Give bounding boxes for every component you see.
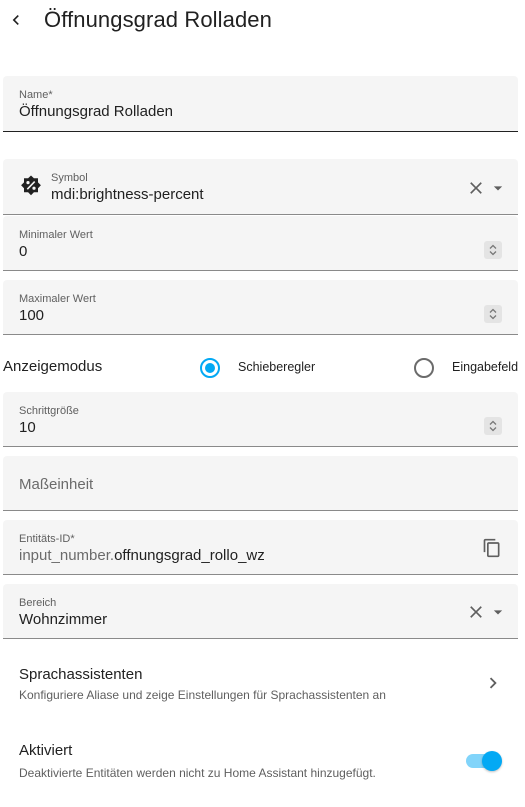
enabled-title: Aktiviert bbox=[19, 742, 73, 759]
area-field-value[interactable]: Wohnzimmer bbox=[19, 611, 107, 628]
symbol-field-label: Symbol bbox=[51, 172, 88, 184]
radio-slider[interactable] bbox=[200, 358, 220, 378]
area-dropdown-button[interactable] bbox=[486, 600, 510, 624]
step-size-input[interactable]: 10 bbox=[19, 419, 36, 436]
max-value-input[interactable]: 100 bbox=[19, 307, 44, 324]
symbol-dropdown-button[interactable] bbox=[486, 176, 510, 200]
max-value-field[interactable]: Maximaler Wert 100 bbox=[3, 280, 518, 335]
entity-id-field[interactable]: Entitäts-ID* input_number.offnungsgrad_r… bbox=[3, 520, 518, 575]
display-mode-group: Anzeigemodus Schieberegler Eingabefeld bbox=[0, 352, 525, 384]
spin-arrows-icon bbox=[489, 308, 497, 320]
voice-assistants-row[interactable]: Sprachassistenten Konfiguriere Aliase un… bbox=[0, 655, 525, 711]
enabled-subtitle: Deaktivierte Entitäten werden nicht zu H… bbox=[19, 766, 376, 780]
enabled-toggle[interactable] bbox=[466, 750, 502, 772]
symbol-field-value[interactable]: mdi:brightness-percent bbox=[51, 186, 204, 203]
page-title: Öffnungsgrad Rolladen bbox=[44, 7, 272, 32]
name-field[interactable]: Name* Öffnungsgrad Rolladen bbox=[3, 76, 518, 132]
entity-id-value[interactable]: input_number.offnungsgrad_rollo_wz bbox=[19, 547, 265, 564]
step-size-stepper[interactable] bbox=[484, 417, 502, 435]
enabled-row: Aktiviert Deaktivierte Entitäten werden … bbox=[0, 732, 525, 792]
spin-arrows-icon bbox=[489, 420, 497, 432]
step-size-label: Schrittgröße bbox=[19, 405, 79, 417]
dialog-header: Öffnungsgrad Rolladen bbox=[0, 0, 525, 44]
display-mode-label: Anzeigemodus bbox=[3, 358, 103, 375]
voice-assistants-title: Sprachassistenten bbox=[19, 666, 143, 683]
entity-id-suffix: offnungsgrad_rollo_wz bbox=[114, 547, 265, 564]
max-value-label: Maximaler Wert bbox=[19, 293, 96, 305]
entity-id-label: Entitäts-ID* bbox=[19, 533, 75, 545]
step-size-field[interactable]: Schrittgröße 10 bbox=[3, 392, 518, 447]
clear-area-button[interactable] bbox=[464, 600, 488, 624]
copy-icon bbox=[483, 538, 500, 558]
radio-slider-label[interactable]: Schieberegler bbox=[238, 360, 315, 374]
back-button[interactable] bbox=[4, 8, 28, 32]
name-field-label: Name* bbox=[19, 89, 53, 101]
voice-assistants-subtitle: Konfiguriere Aliase und zeige Einstellun… bbox=[19, 688, 386, 702]
max-value-stepper[interactable] bbox=[484, 305, 502, 323]
entity-settings-dialog: Öffnungsgrad Rolladen Name* Öffnungsgrad… bbox=[0, 0, 525, 807]
area-field-label: Bereich bbox=[19, 597, 57, 609]
brightness-percent-icon bbox=[21, 175, 41, 196]
entity-id-prefix: input_number. bbox=[19, 547, 115, 564]
chevron-left-icon bbox=[12, 15, 19, 25]
unit-field[interactable]: Maßeinheit bbox=[3, 456, 518, 511]
close-icon bbox=[470, 606, 482, 618]
toggle-thumb bbox=[482, 751, 502, 771]
area-field[interactable]: Bereich Wohnzimmer bbox=[3, 584, 518, 639]
min-value-input[interactable]: 0 bbox=[19, 243, 27, 260]
close-icon bbox=[470, 182, 482, 194]
min-value-label: Minimaler Wert bbox=[19, 229, 93, 241]
menu-down-icon bbox=[493, 610, 503, 615]
radio-input-field-label[interactable]: Eingabefeld bbox=[452, 360, 518, 374]
chevron-right-icon bbox=[489, 677, 497, 689]
menu-down-icon bbox=[493, 186, 503, 191]
min-value-stepper[interactable] bbox=[484, 241, 502, 259]
symbol-field[interactable]: Symbol mdi:brightness-percent bbox=[3, 159, 518, 215]
name-field-value[interactable]: Öffnungsgrad Rolladen bbox=[19, 103, 173, 120]
clear-symbol-button[interactable] bbox=[464, 176, 488, 200]
spin-arrows-icon bbox=[489, 244, 497, 256]
unit-field-placeholder[interactable]: Maßeinheit bbox=[19, 476, 93, 493]
copy-entity-id-button[interactable] bbox=[480, 536, 504, 560]
min-value-field[interactable]: Minimaler Wert 0 bbox=[3, 216, 518, 271]
radio-input-field[interactable] bbox=[414, 358, 434, 378]
